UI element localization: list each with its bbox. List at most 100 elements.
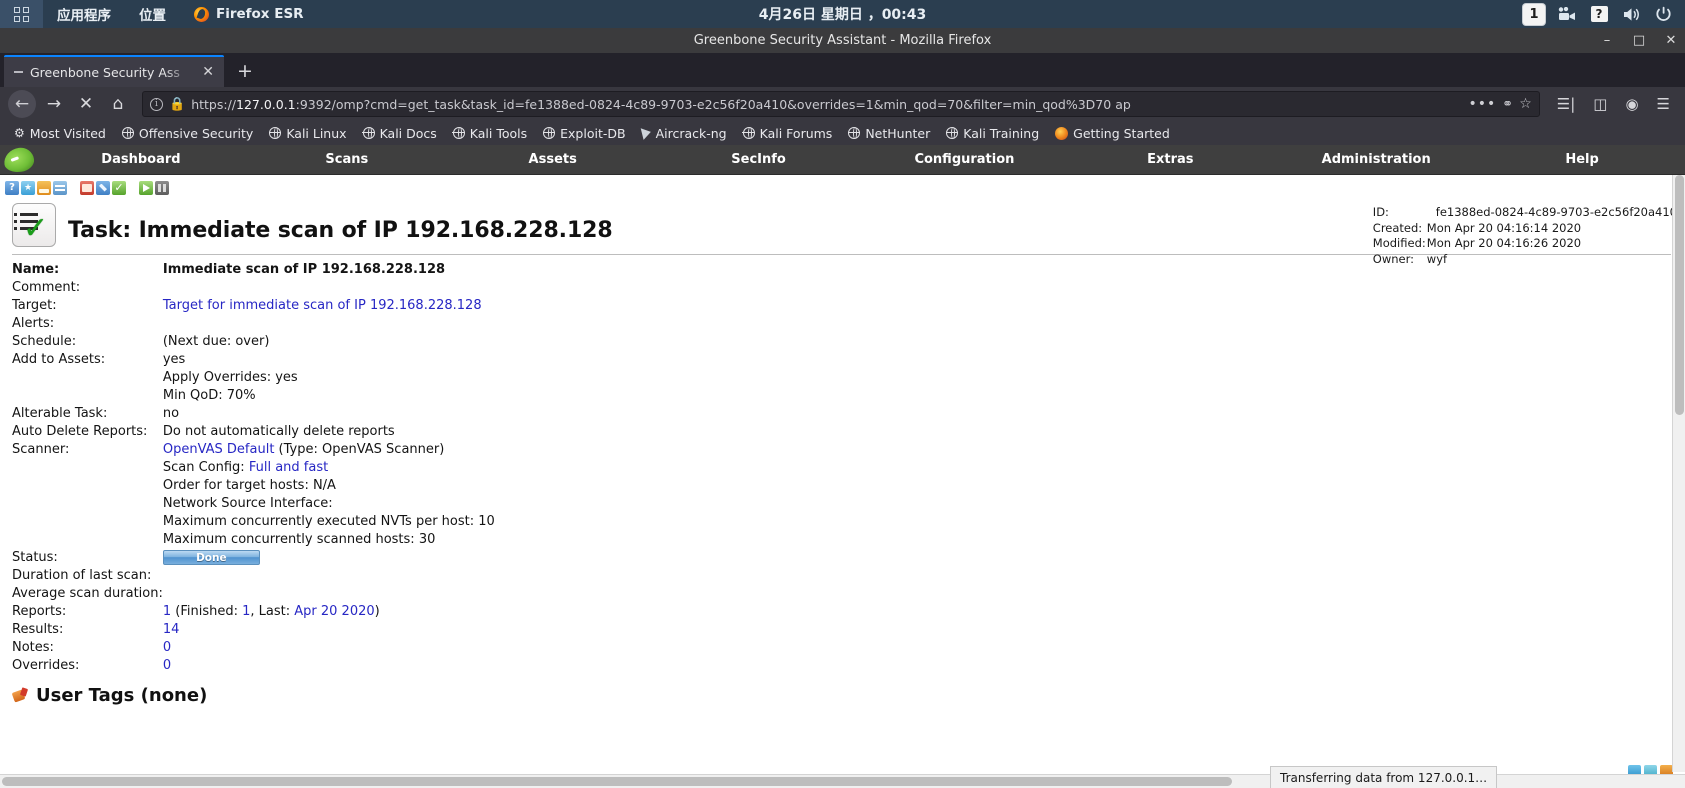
aircrack-icon — [640, 126, 652, 140]
bookmark-kali-linux[interactable]: Kali Linux — [261, 122, 354, 144]
table-row-add-to-assets: Add to Assets: yes — [12, 351, 1671, 369]
bookmark-nethunter[interactable]: NetHunter — [840, 122, 938, 144]
edit-task-icon[interactable] — [96, 180, 110, 195]
bookmark-label: Most Visited — [29, 125, 106, 141]
auto-delete-label: Auto Delete Reports: — [12, 424, 148, 439]
power-icon[interactable] — [1653, 4, 1673, 24]
menu-assets[interactable]: Assets — [450, 145, 656, 174]
target-label: Target: — [12, 298, 57, 313]
home-button[interactable]: ⌂ — [104, 90, 132, 118]
back-button[interactable]: ← — [8, 90, 36, 118]
volume-icon[interactable] — [1621, 4, 1641, 24]
page-title: Task: Immediate scan of IP 192.168.228.1… — [68, 218, 613, 243]
menu-dashboard[interactable]: Dashboard — [38, 145, 244, 174]
help-icon[interactable]: ? — [1589, 4, 1609, 24]
menu-secinfo[interactable]: SecInfo — [656, 145, 862, 174]
bookmark-kali-training[interactable]: Kali Training — [938, 122, 1047, 144]
maximize-button[interactable]: □ — [1631, 33, 1647, 49]
places-menu[interactable]: 位置 — [125, 0, 180, 28]
spacer-cell — [12, 531, 163, 549]
table-row-reports: Reports: 1 (Finished: 1, Last: Apr 20 20… — [12, 603, 1671, 621]
export-pdf-icon[interactable] — [80, 180, 94, 195]
close-button[interactable]: ✕ — [1663, 33, 1679, 49]
target-link[interactable]: Target for immediate scan of IP 192.168.… — [163, 298, 482, 313]
order-hosts-value: Order for target hosts: N/A — [162, 478, 336, 493]
bookmark-kali-tools[interactable]: Kali Tools — [445, 122, 535, 144]
max-nvts-value: Maximum concurrently executed NVTs per h… — [162, 514, 495, 529]
bookmark-getting-started[interactable]: Getting Started — [1047, 122, 1178, 144]
dragon-icon — [2, 145, 36, 174]
tab-close-icon[interactable]: ✕ — [200, 64, 216, 80]
start-task-icon[interactable] — [139, 180, 153, 195]
scan-config-label: Scan Config: — [162, 460, 249, 475]
reports-count-link[interactable]: 1 — [163, 604, 171, 619]
browser-tab[interactable]: Greenbone Security Ass ✕ — [4, 55, 224, 87]
horizontal-scroll-thumb[interactable] — [2, 777, 1232, 786]
gear-icon: ⚙ — [14, 126, 25, 140]
stop-loading-button[interactable]: ✕ — [72, 90, 100, 118]
spacer-cell — [12, 513, 163, 531]
firefox-window: Greenbone Security Assistant - Mozilla F… — [0, 28, 1685, 788]
greenbone-logo[interactable] — [0, 145, 38, 174]
account-icon[interactable]: ◉ — [1618, 95, 1645, 113]
site-info-icon[interactable]: i — [150, 97, 163, 111]
vertical-scroll-thumb[interactable] — [1675, 175, 1684, 415]
overrides-link[interactable]: 0 — [163, 658, 171, 673]
forward-button[interactable]: → — [40, 90, 68, 118]
spacer-cell — [12, 477, 163, 495]
bookmark-offensive-security[interactable]: Offensive Security — [114, 122, 261, 144]
reports-last-prefix: , Last: — [250, 604, 295, 619]
hamburger-menu-icon[interactable]: ☰ — [1650, 95, 1677, 113]
min-qod-value: Min QoD: 70% — [162, 388, 256, 403]
download-icon[interactable] — [112, 180, 126, 195]
activities-button[interactable] — [0, 0, 43, 28]
menu-extras[interactable]: Extras — [1067, 145, 1273, 174]
meta-owner-value: wyf — [1426, 251, 1448, 266]
favorite-icon[interactable] — [21, 180, 35, 195]
table-row-target: Target: Target for immediate scan of IP … — [12, 297, 1671, 315]
menu-help[interactable]: Help — [1479, 145, 1685, 174]
bookmark-label: Kali Tools — [469, 125, 528, 141]
new-tab-button[interactable]: + — [224, 55, 266, 87]
bookmark-kali-forums[interactable]: Kali Forums — [735, 122, 841, 144]
scanner-link[interactable]: OpenVAS Default — [163, 442, 275, 457]
results-link[interactable]: 14 — [163, 622, 180, 637]
library-icon[interactable]: ☰| — [1550, 95, 1583, 113]
url-bar[interactable]: i 🔒 https://127.0.0.1:9392/omp?cmd=get_t… — [142, 91, 1540, 117]
bookmark-aircrack-ng[interactable]: Aircrack-ng — [634, 122, 735, 144]
status-badge[interactable]: Done — [162, 550, 260, 565]
menu-administration[interactable]: Administration — [1273, 145, 1479, 174]
vertical-scrollbar[interactable] — [1672, 175, 1685, 772]
tag-icon — [12, 688, 28, 704]
schedule-value: (Next due: over) — [162, 334, 270, 349]
reports-last-link[interactable]: Apr 20 2020 — [294, 604, 374, 619]
avg-duration-value — [163, 585, 1671, 603]
reports-label: Reports: — [12, 604, 67, 619]
sidebar-icon[interactable]: ◫ — [1586, 95, 1614, 113]
bookmark-star-icon[interactable]: ☆ — [1519, 96, 1532, 112]
menu-configuration[interactable]: Configuration — [862, 145, 1068, 174]
globe-icon — [848, 126, 861, 139]
applications-menu[interactable]: 应用程序 — [43, 0, 125, 28]
menu-scans[interactable]: Scans — [244, 145, 450, 174]
workspace-indicator[interactable]: 1 — [1523, 3, 1545, 25]
camera-icon[interactable] — [1557, 4, 1577, 24]
bookmark-exploit-db[interactable]: Exploit-DB — [535, 122, 633, 144]
minimize-button[interactable]: – — [1599, 33, 1615, 49]
page-actions-icon[interactable]: ••• — [1465, 96, 1497, 112]
lock-warning-icon[interactable]: 🔒 — [169, 97, 185, 112]
new-task-icon[interactable] — [37, 180, 51, 195]
scan-config-link[interactable]: Full and fast — [249, 460, 328, 475]
bookmark-most-visited[interactable]: ⚙ Most Visited — [6, 122, 114, 144]
task-list-icon[interactable] — [53, 180, 67, 195]
notes-link[interactable]: 0 — [163, 640, 171, 655]
bookmark-kali-docs[interactable]: Kali Docs — [355, 122, 445, 144]
pocket-icon[interactable]: ⚭ — [1502, 97, 1513, 112]
scanner-type-text: (Type: OpenVAS Scanner) — [274, 442, 445, 457]
globe-icon — [945, 126, 959, 139]
firefox-launcher[interactable]: Firefox ESR — [180, 0, 318, 28]
help-icon[interactable] — [5, 180, 19, 195]
table-row-max-nvts: Maximum concurrently executed NVTs per h… — [12, 513, 1671, 531]
stop-task-icon[interactable] — [155, 180, 169, 195]
table-row-results: Results: 14 — [12, 621, 1671, 639]
